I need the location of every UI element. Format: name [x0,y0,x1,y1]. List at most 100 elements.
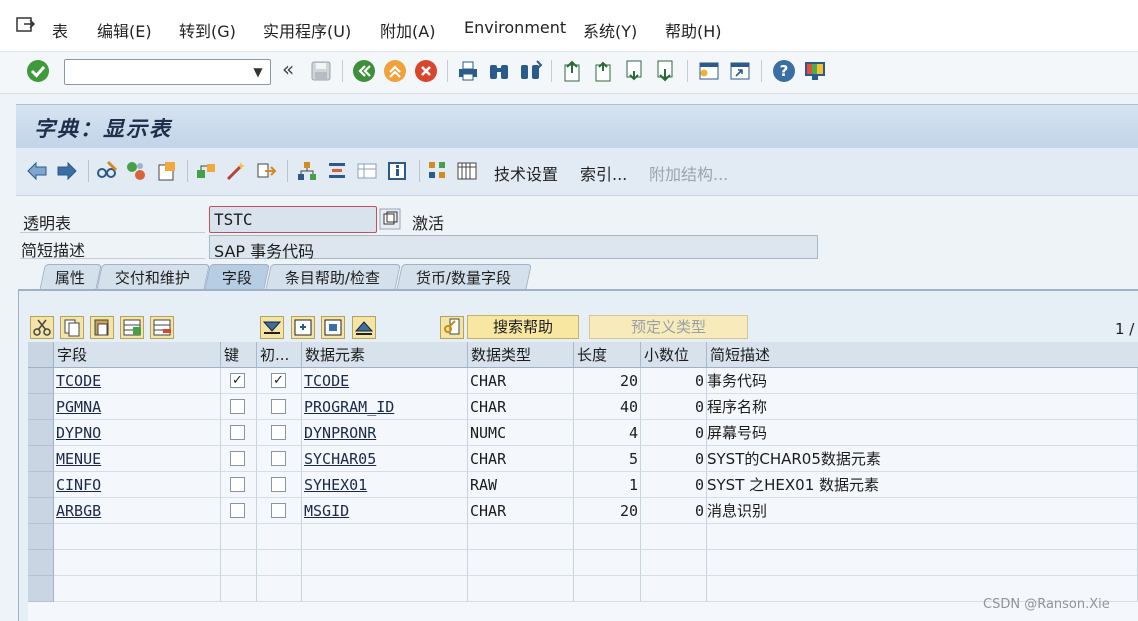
next-page-icon[interactable] [623,59,647,83]
initial-values-checkbox-checked[interactable]: ✓ [271,373,286,388]
menu-goto[interactable]: 转到(G) [179,18,236,42]
row-selector[interactable] [28,368,54,394]
cell-element[interactable]: MSGID [302,498,468,524]
menu-system[interactable]: 系统(Y) [583,18,637,42]
cell-desc[interactable] [707,550,1138,576]
cell-decimals[interactable] [641,550,707,576]
tab-currency-quantity-fields[interactable]: 货币/数量字段 [396,264,532,291]
back-arrows-icon[interactable]: « [282,57,294,81]
cell-field[interactable]: PGMNA [54,394,221,420]
short-description-field[interactable]: SAP 事务代码 [209,235,818,261]
last-page-icon[interactable] [654,59,678,83]
initial-values-checkbox[interactable] [271,503,286,518]
column-header-key[interactable]: 键 [221,342,257,368]
tab-delivery-maintenance[interactable]: 交付和维护 [96,264,210,291]
cut-button[interactable] [30,316,54,339]
cell-init[interactable] [257,550,302,576]
key-checkbox[interactable] [230,477,245,492]
hierarchy-icon[interactable] [296,160,318,182]
row-selector[interactable] [28,394,54,420]
cell-element[interactable] [302,550,468,576]
cell-field[interactable]: CINFO [54,472,221,498]
cell-field[interactable]: ARBGB [54,498,221,524]
initial-values-checkbox[interactable] [271,451,286,466]
exit-icon[interactable] [383,59,407,83]
chevron-down-icon[interactable]: ▼ [248,60,268,84]
row-selector[interactable] [28,472,54,498]
cell-element[interactable]: SYHEX01 [302,472,468,498]
cell-key[interactable] [221,576,257,602]
display-change-icon[interactable] [96,160,118,182]
graphic-icon[interactable] [427,160,449,182]
cell-length[interactable] [574,576,641,602]
column-header-data-element[interactable]: 数据元素 [302,342,468,368]
technical-settings-button[interactable]: 技术设置 [494,161,558,185]
cell-init[interactable] [257,524,302,550]
cell-field[interactable] [54,576,221,602]
where-used-icon[interactable] [255,160,277,182]
customize-layout-icon[interactable] [803,59,827,83]
back-icon[interactable] [352,59,376,83]
row-selector[interactable] [28,524,54,550]
find-next-icon[interactable] [518,59,542,83]
cell-type[interactable] [468,550,574,576]
copy-button[interactable] [60,316,84,339]
cell-element[interactable]: PROGRAM_ID [302,394,468,420]
info-icon[interactable] [386,160,408,182]
key-checkbox[interactable] [230,399,245,414]
row-selector[interactable] [28,446,54,472]
delete-row-button[interactable] [150,316,174,339]
cell-element[interactable] [302,524,468,550]
cell-element[interactable]: DYNPRONR [302,420,468,446]
print-icon[interactable] [456,59,480,83]
expand-button[interactable] [321,316,345,339]
column-header-short-description[interactable]: 简短描述 [707,342,1138,368]
previous-page-icon[interactable] [592,59,616,83]
cell-key[interactable] [221,550,257,576]
key-checkbox-checked[interactable]: ✓ [230,373,245,388]
activate-icon[interactable] [225,160,247,182]
column-header-length[interactable]: 长度 [574,342,641,368]
first-page-icon[interactable] [561,59,585,83]
key-checkbox[interactable] [230,451,245,466]
initial-values-checkbox[interactable] [271,425,286,440]
shortcut-icon[interactable] [728,59,752,83]
cell-field[interactable]: TCODE [54,368,221,394]
check-icon[interactable] [195,160,217,182]
cell-field[interactable] [54,524,221,550]
column-header-decimals[interactable]: 小数位 [641,342,707,368]
row-selector[interactable] [28,576,54,602]
menu-table[interactable]: 表 [52,18,68,42]
select-all-corner[interactable] [28,342,54,368]
key-settings-button[interactable] [440,316,464,339]
find-icon[interactable] [487,59,511,83]
tab-fields[interactable]: 字段 [204,264,270,291]
align-icon[interactable] [326,160,348,182]
cell-field[interactable]: DYPNO [54,420,221,446]
arrow-right-icon[interactable] [56,160,78,182]
menu-environment[interactable]: Environment [464,18,566,37]
cell-key[interactable] [221,524,257,550]
search-help-button[interactable]: 搜索帮助 [467,315,579,339]
column-header-field[interactable]: 字段 [54,342,221,368]
menu-extras[interactable]: 附加(A) [380,18,435,42]
row-selector[interactable] [28,498,54,524]
cell-element[interactable]: SYCHAR05 [302,446,468,472]
active-inactive-icon[interactable] [125,160,147,182]
arrow-left-icon[interactable] [26,160,48,182]
cell-element[interactable] [302,576,468,602]
cell-length[interactable] [574,550,641,576]
collapse-button[interactable] [352,316,376,339]
initial-values-checkbox[interactable] [271,399,286,414]
row-selector[interactable] [28,420,54,446]
column-header-initial[interactable]: 初... [257,342,302,368]
command-field[interactable]: ▼ [64,59,271,85]
menu-utilities[interactable]: 实用程序(U) [263,18,351,42]
menu-icon[interactable] [16,16,36,34]
menu-help[interactable]: 帮助(H) [665,18,722,42]
insert-include-button[interactable] [291,316,315,339]
cell-type[interactable] [468,576,574,602]
indexes-button[interactable]: 索引... [580,161,627,185]
tab-attributes[interactable]: 属性 [39,264,102,291]
cell-desc[interactable] [707,524,1138,550]
